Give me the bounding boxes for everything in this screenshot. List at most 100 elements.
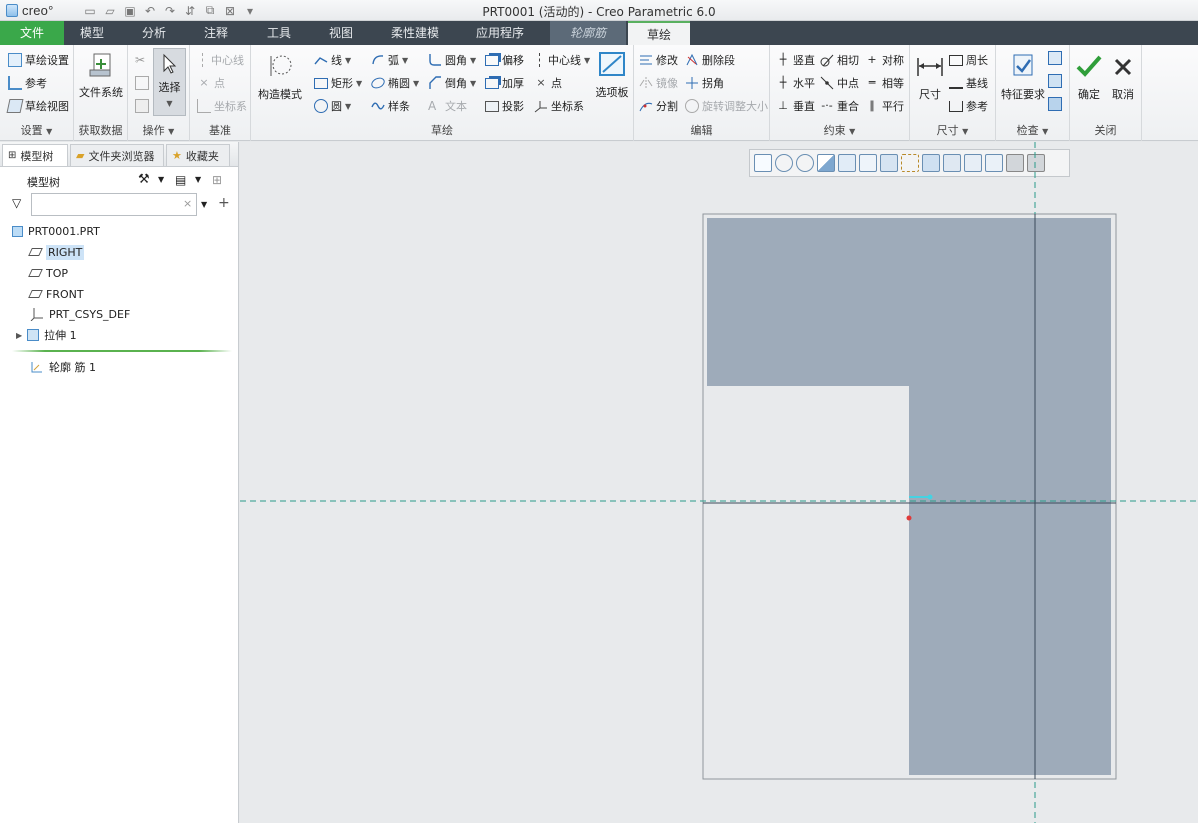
- show-constraints-icon[interactable]: [1027, 154, 1045, 172]
- tree-item-extrude[interactable]: ▶ 拉伸 1: [16, 326, 77, 344]
- tangent-constraint-button[interactable]: 相切: [820, 51, 859, 69]
- ellipse-button[interactable]: 椭圆 ▼: [369, 74, 419, 92]
- paste-icon[interactable]: [135, 99, 149, 113]
- circle-button[interactable]: 圆 ▼: [314, 97, 351, 115]
- reference-dimension-button[interactable]: 参考: [949, 97, 988, 115]
- tab-model-tree[interactable]: ⊞ 模型树: [2, 144, 68, 166]
- equal-constraint-button[interactable]: ═ 相等: [865, 74, 904, 92]
- sketch-view-icon[interactable]: [964, 154, 982, 172]
- tab-annotate[interactable]: 注释: [188, 21, 244, 45]
- tab-sketch[interactable]: 草绘: [628, 21, 690, 45]
- group-label-inspect[interactable]: 检查 ▼: [996, 122, 1069, 138]
- tree-settings-dropdown-icon[interactable]: ▼: [158, 175, 164, 184]
- tab-profile-rib[interactable]: 轮廓筋: [550, 21, 626, 45]
- datum-csys-button[interactable]: 坐标系: [197, 97, 247, 115]
- tree-search-input[interactable]: [31, 193, 197, 216]
- palette-button[interactable]: 选项板: [592, 50, 632, 100]
- references-button[interactable]: 参考: [8, 74, 47, 92]
- project-button[interactable]: 投影: [485, 97, 524, 115]
- horizontal-constraint-button[interactable]: ┼ 水平: [776, 74, 815, 92]
- sketch-setup-button[interactable]: 草绘设置: [8, 51, 69, 69]
- datum-centerline-button[interactable]: 中心线: [197, 51, 244, 69]
- datum-display-icon[interactable]: [901, 154, 919, 172]
- text-button[interactable]: A 文本: [428, 97, 467, 115]
- line-button[interactable]: 线 ▼: [314, 51, 351, 69]
- fillet-button[interactable]: 圆角 ▼: [428, 51, 476, 69]
- offset-button[interactable]: 偏移: [485, 51, 524, 69]
- tree-item-front-plane[interactable]: FRONT: [28, 285, 84, 303]
- sketch-point-button[interactable]: × 点: [534, 74, 562, 92]
- expand-arrow-icon[interactable]: ▶: [16, 331, 22, 340]
- vertical-constraint-button[interactable]: ┼ 竖直: [776, 51, 815, 69]
- chamfer-button[interactable]: 倒角 ▼: [428, 74, 476, 92]
- cut-icon[interactable]: ✂: [135, 53, 149, 67]
- tree-settings-icon[interactable]: ⚒: [138, 172, 150, 187]
- midpoint-constraint-button[interactable]: 中点: [820, 74, 859, 92]
- rectangle-button[interactable]: 矩形 ▼: [314, 74, 362, 92]
- baseline-button[interactable]: 基线: [949, 74, 988, 92]
- refit-icon[interactable]: [754, 154, 772, 172]
- tab-favorites[interactable]: ★ 收藏夹: [166, 144, 230, 166]
- tab-tools[interactable]: 工具: [251, 21, 307, 45]
- cancel-button[interactable]: 取消: [1106, 52, 1140, 102]
- arc-button[interactable]: 弧 ▼: [371, 51, 408, 69]
- insert-indicator[interactable]: [12, 350, 232, 352]
- ok-button[interactable]: 确定: [1072, 52, 1106, 102]
- delete-segment-button[interactable]: 删除段: [685, 51, 735, 69]
- annotation-display-icon[interactable]: [922, 154, 940, 172]
- zoom-in-icon[interactable]: [775, 154, 793, 172]
- zoom-out-icon[interactable]: [796, 154, 814, 172]
- show-dimensions-icon[interactable]: [1006, 154, 1024, 172]
- rotate-resize-button[interactable]: 旋转调整大小: [685, 97, 768, 115]
- thicken-button[interactable]: 加厚: [485, 74, 524, 92]
- tab-flexible-modeling[interactable]: 柔性建模: [380, 21, 450, 45]
- copy-icon[interactable]: [135, 76, 149, 90]
- sketch-view-button[interactable]: 草绘视图: [6, 97, 69, 115]
- mirror-button[interactable]: 镜像: [639, 74, 678, 92]
- tree-item-top-plane[interactable]: TOP: [28, 264, 68, 282]
- modify-button[interactable]: 修改: [639, 51, 678, 69]
- group-label-dimension[interactable]: 尺寸 ▼: [910, 122, 995, 138]
- tree-item-part[interactable]: PRT0001.PRT: [12, 222, 100, 240]
- tab-model[interactable]: 模型: [64, 21, 120, 45]
- display-style-icon[interactable]: [838, 154, 856, 172]
- tab-analysis[interactable]: 分析: [126, 21, 182, 45]
- graphics-area[interactable]: [240, 142, 1198, 823]
- tree-filter-settings-icon[interactable]: ⊞: [212, 173, 222, 187]
- tree-item-profile-rib[interactable]: 轮廓 筋 1: [30, 358, 96, 376]
- tree-item-csys[interactable]: PRT_CSYS_DEF: [30, 305, 130, 323]
- symmetric-constraint-button[interactable]: + 对称: [865, 51, 904, 69]
- group-label-operations[interactable]: 操作 ▼: [128, 122, 189, 138]
- spin-center-icon[interactable]: [943, 154, 961, 172]
- tree-columns-dropdown-icon[interactable]: ▼: [195, 175, 201, 184]
- dimension-button[interactable]: 尺寸: [913, 52, 947, 102]
- tab-applications[interactable]: 应用程序: [464, 21, 536, 45]
- sketch-centerline-button[interactable]: 中心线 ▼: [534, 51, 590, 69]
- repaint-icon[interactable]: [817, 154, 835, 172]
- coincident-constraint-button[interactable]: -·- 重合: [820, 97, 859, 115]
- corner-button[interactable]: 拐角: [685, 74, 724, 92]
- feature-requirements-button[interactable]: 特征要求: [999, 52, 1047, 102]
- parallel-constraint-button[interactable]: ∥ 平行: [865, 97, 904, 115]
- group-label-constrain[interactable]: 约束 ▼: [770, 122, 909, 138]
- datum-point-button[interactable]: × 点: [197, 74, 225, 92]
- add-filter-icon[interactable]: +: [218, 195, 230, 211]
- sketch-csys-button[interactable]: 坐标系: [534, 97, 584, 115]
- file-system-button[interactable]: 文件系统: [77, 50, 125, 100]
- view-manager-icon[interactable]: [880, 154, 898, 172]
- tree-columns-icon[interactable]: ▤: [175, 173, 186, 187]
- tab-file[interactable]: 文件: [0, 21, 64, 45]
- saved-orientations-icon[interactable]: [859, 154, 877, 172]
- sketcher-display-filters-icon[interactable]: [985, 154, 1003, 172]
- shade-closed-loops-icon[interactable]: [1048, 97, 1062, 111]
- perpendicular-constraint-button[interactable]: ⊥ 垂直: [776, 97, 815, 115]
- spline-button[interactable]: 样条: [371, 97, 410, 115]
- perimeter-button[interactable]: 周长: [949, 51, 988, 69]
- tab-folder-browser[interactable]: ▰ 文件夹浏览器: [70, 144, 164, 166]
- construction-mode-button[interactable]: 构造模式: [255, 52, 305, 102]
- divide-button[interactable]: 分割: [639, 97, 678, 115]
- highlight-open-ends-icon[interactable]: [1048, 74, 1062, 88]
- select-button[interactable]: 选择 ▼: [153, 48, 186, 116]
- search-options-dropdown-icon[interactable]: ▼: [201, 200, 207, 209]
- tree-item-right-plane[interactable]: RIGHT: [28, 243, 85, 261]
